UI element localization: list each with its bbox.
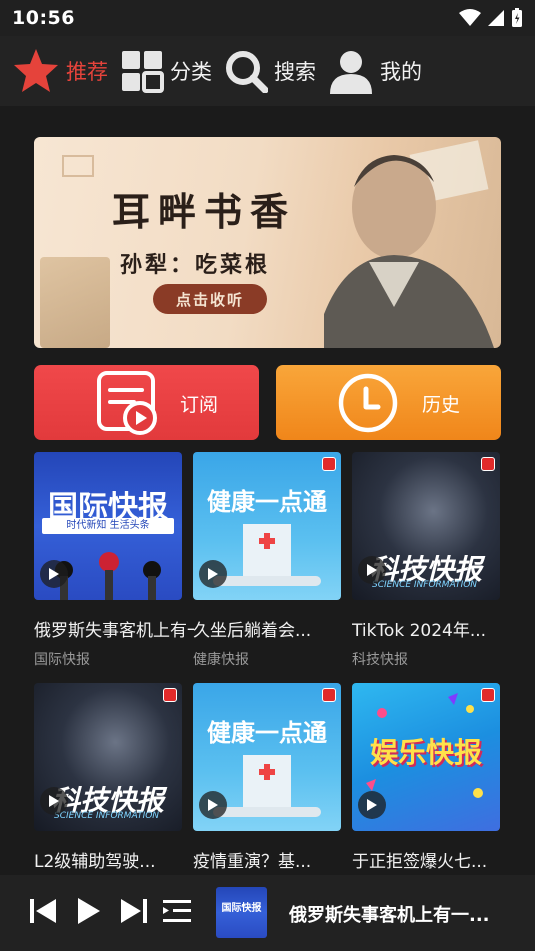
play-icon[interactable] — [358, 791, 386, 819]
nav-recommend-label: 推荐 — [66, 60, 108, 84]
card-cover: 科技快报 SCIENCE INFORMATION — [352, 452, 500, 600]
battery-icon — [512, 8, 522, 27]
playlist-icon[interactable] — [163, 897, 191, 925]
play-pause-icon[interactable] — [77, 897, 101, 925]
cover-subtitle: SCIENCE INFORMATION — [54, 811, 160, 821]
play-icon[interactable] — [199, 791, 227, 819]
grid-icon — [122, 51, 164, 93]
player-cover-title: 国际快报 — [221, 903, 262, 914]
history-label: 历史 — [422, 394, 461, 416]
nav-mine-label: 我的 — [380, 60, 422, 84]
card-cover: 科技快报 SCIENCE INFORMATION — [34, 683, 182, 831]
cover-subtitle: 时代新知 生活头条 — [42, 518, 174, 534]
banner-title: 耳畔书香 — [112, 189, 297, 234]
banner-portrait — [324, 140, 494, 348]
card-cover: 健康一点通 — [193, 683, 341, 831]
banner-decor-books — [40, 257, 110, 348]
brand-logo-icon — [163, 688, 177, 702]
status-time: 10:56 — [12, 7, 75, 29]
history-button[interactable]: 历史 — [276, 365, 501, 440]
play-icon[interactable] — [40, 560, 68, 588]
cover-subtitle: SCIENCE INFORMATION — [372, 580, 478, 590]
subscribe-icon — [97, 371, 157, 435]
history-clock-icon — [338, 373, 398, 433]
card-category: 科技快报 — [352, 652, 408, 668]
nav-search[interactable]: 搜索 — [224, 36, 316, 106]
next-icon[interactable] — [121, 897, 147, 925]
play-icon[interactable] — [358, 556, 386, 584]
card-title: L2级辅助驾驶... — [34, 852, 156, 872]
play-icon[interactable] — [40, 787, 68, 815]
player-track-title: 俄罗斯失事客机上有一... — [289, 905, 490, 926]
signal-icon — [488, 10, 504, 26]
card-title: 久坐后躺着会... — [193, 621, 312, 641]
banner-listen-button[interactable]: 点击收听 — [153, 284, 267, 314]
card-title: TikTok 2024年... — [352, 621, 487, 641]
subscribe-button[interactable]: 订阅 — [34, 365, 259, 440]
brand-logo-icon — [322, 457, 336, 471]
wifi-icon — [459, 9, 481, 26]
promo-banner[interactable]: 耳畔书香 孙犁：吃菜根 点击收听 — [34, 137, 501, 348]
nav-category[interactable]: 分类 — [120, 36, 212, 106]
player-cover: 国际快报 — [216, 887, 267, 938]
banner-decor — [62, 155, 94, 177]
card-cover: 健康一点通 — [193, 452, 341, 600]
nav-recommend[interactable]: 推荐 — [12, 36, 108, 106]
card-title: 疫情重演？基... — [193, 852, 312, 872]
mini-player[interactable]: 国际快报 俄罗斯失事客机上有一... — [0, 875, 535, 951]
cover-title: 健康一点通 — [207, 488, 327, 516]
card-title: 俄罗斯失事客机上有一... — [34, 621, 194, 641]
system-icons — [459, 8, 523, 28]
card-title: 于正拒签爆火七... — [352, 852, 488, 872]
card-cover: 国际快报 时代新知 生活头条 — [34, 452, 182, 600]
search-icon — [226, 51, 268, 93]
brand-logo-icon — [322, 688, 336, 702]
play-icon[interactable] — [199, 560, 227, 588]
nav-category-label: 分类 — [170, 60, 212, 84]
card-cover: 娱乐快报 — [352, 683, 500, 831]
brand-logo-icon — [481, 457, 495, 471]
status-bar: 10:56 — [0, 0, 535, 36]
card-category: 健康快报 — [193, 652, 249, 668]
top-navigation: 推荐 分类 搜索 我的 — [0, 36, 535, 106]
card-category: 国际快报 — [34, 652, 90, 668]
cover-title: 健康一点通 — [207, 719, 327, 747]
nav-mine[interactable]: 我的 — [328, 36, 422, 106]
user-icon — [330, 51, 372, 94]
previous-icon[interactable] — [30, 897, 56, 925]
nav-search-label: 搜索 — [274, 60, 316, 84]
star-icon — [14, 49, 58, 92]
subscribe-label: 订阅 — [180, 394, 219, 416]
banner-subtitle: 孙犁：吃菜根 — [120, 252, 271, 278]
